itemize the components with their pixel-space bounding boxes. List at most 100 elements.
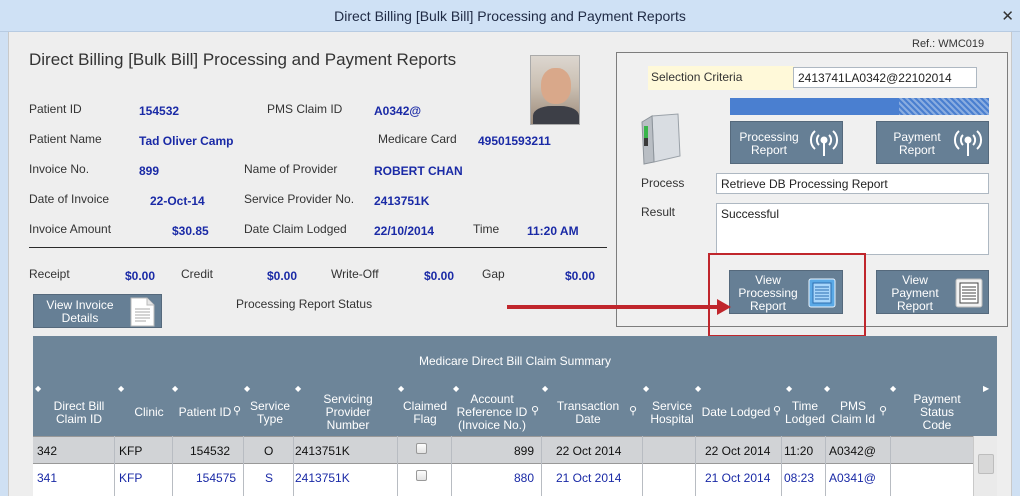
view-invoice-line2: Details xyxy=(61,311,99,325)
window-title: Direct Billing [Bulk Bill] Processing an… xyxy=(334,8,686,24)
sort-icon[interactable]: ◆ xyxy=(398,384,404,393)
write-off-value: $0.00 xyxy=(424,269,455,283)
photo-body xyxy=(533,106,579,124)
provider-name-value: ROBERT CHAN xyxy=(374,164,463,178)
col-patient-id[interactable]: Patient ID xyxy=(173,406,237,419)
column-divider xyxy=(114,436,115,496)
wireless-broadcast-icon xyxy=(953,130,983,156)
sort-icon[interactable]: ◆ xyxy=(172,384,178,393)
cell-service-type: S xyxy=(265,471,274,485)
payment-report-button[interactable]: Payment Report xyxy=(876,121,989,164)
cell-date-lodged: 22 Oct 2014 xyxy=(705,444,771,458)
sort-icon[interactable]: ◆ xyxy=(824,384,830,393)
processing-report-line2: Report xyxy=(750,143,788,157)
write-off-label: Write-Off xyxy=(331,267,379,281)
column-divider xyxy=(781,436,782,496)
search-icon[interactable]: ⚲ xyxy=(233,404,241,417)
window-titlebar: Direct Billing [Bulk Bill] Processing an… xyxy=(0,0,1020,32)
highlight-box xyxy=(708,253,866,337)
col-clinic[interactable]: Clinic xyxy=(129,406,169,419)
column-divider xyxy=(397,436,398,496)
medicare-card-label: Medicare Card xyxy=(378,132,457,146)
scroll-right-icon[interactable]: ▶ xyxy=(983,384,989,393)
col-payment-status-code[interactable]: Payment Status Code xyxy=(901,393,973,432)
cell-patient-id: 154532 xyxy=(190,444,231,458)
invoice-date-label: Date of Invoice xyxy=(29,192,110,206)
col-time-lodged[interactable]: Time Lodged xyxy=(785,400,825,426)
column-divider xyxy=(541,436,542,496)
table-row[interactable]: 342 KFP 154532 O 2413751K 899 22 Oct 201… xyxy=(33,436,973,463)
sort-icon[interactable]: ◆ xyxy=(542,384,548,393)
search-icon[interactable]: ⚲ xyxy=(879,404,887,417)
col-account-reference-id[interactable]: Account Reference ID (Invoice No.) xyxy=(451,393,533,432)
col-service-type[interactable]: Service Type xyxy=(245,400,295,426)
gap-value: $0.00 xyxy=(565,269,596,283)
pms-claim-id-value: A0342@ xyxy=(374,104,422,118)
selection-criteria-input[interactable]: 2413741LA0342@22102014 xyxy=(793,67,977,88)
cell-provider: 2413751K xyxy=(295,471,350,485)
service-provider-no-value: 2413751K xyxy=(374,194,430,208)
col-direct-bill-claim-id[interactable]: Direct Bill Claim ID xyxy=(47,400,111,426)
claimed-flag-checkbox[interactable] xyxy=(416,443,427,454)
details-divider xyxy=(29,247,607,248)
invoice-no-value: 899 xyxy=(139,164,160,178)
cell-clinic: KFP xyxy=(119,471,143,485)
process-label: Process xyxy=(641,176,685,190)
sort-icon[interactable]: ◆ xyxy=(643,384,649,393)
patient-id-label: Patient ID xyxy=(29,102,82,116)
sort-icon[interactable]: ◆ xyxy=(244,384,250,393)
cell-claim-id: 342 xyxy=(37,444,58,458)
result-label: Result xyxy=(641,205,676,219)
cell-transaction-date: 22 Oct 2014 xyxy=(556,444,622,458)
sort-icon[interactable]: ◆ xyxy=(695,384,701,393)
invoice-amount-value: $30.85 xyxy=(172,224,209,238)
annotation-arrowhead xyxy=(717,299,731,315)
invoice-date-value: 22-Oct-14 xyxy=(150,194,205,208)
cell-time-lodged: 08:23 xyxy=(784,471,815,485)
column-divider xyxy=(293,436,294,496)
cell-account-ref: 880 xyxy=(514,471,535,485)
processing-report-button[interactable]: Processing Report xyxy=(730,121,843,164)
search-icon[interactable]: ⚲ xyxy=(629,404,637,417)
col-claimed-flag[interactable]: Claimed Flag xyxy=(399,400,451,426)
view-payment-report-button[interactable]: View Payment Report xyxy=(876,270,989,314)
sort-icon[interactable]: ◆ xyxy=(453,384,459,393)
cell-patient-id: 154575 xyxy=(196,471,237,485)
column-divider xyxy=(243,436,244,496)
claimed-flag-checkbox[interactable] xyxy=(416,470,427,481)
col-servicing-provider-number[interactable]: Servicing Provider Number xyxy=(313,393,383,432)
col-transaction-date[interactable]: Transaction Date xyxy=(548,400,628,426)
card-reader-icon xyxy=(641,113,681,165)
vertical-scrollbar[interactable] xyxy=(973,436,997,496)
search-icon[interactable]: ⚲ xyxy=(531,404,539,417)
service-provider-no-label: Service Provider No. xyxy=(244,192,355,206)
view-invoice-details-button[interactable]: View Invoice Details xyxy=(33,294,162,328)
pms-claim-id-label: PMS Claim ID xyxy=(267,102,343,116)
patient-name-value: Tad Oliver Camp xyxy=(139,134,234,148)
col-date-lodged[interactable]: Date Lodged xyxy=(697,406,775,419)
photo-face xyxy=(541,68,571,104)
cell-date-lodged: 21 Oct 2014 xyxy=(705,471,771,485)
close-icon[interactable]: ✕ xyxy=(1001,7,1014,25)
column-divider xyxy=(172,436,173,496)
cell-account-ref: 899 xyxy=(514,444,535,458)
sort-icon[interactable]: ◆ xyxy=(786,384,792,393)
payment-report-line2: Report xyxy=(898,143,936,157)
cell-clinic: KFP xyxy=(119,444,143,458)
sort-icon[interactable]: ◆ xyxy=(890,384,896,393)
result-field[interactable]: Successful xyxy=(716,203,989,255)
table-row[interactable]: 341 KFP 154575 S 2413751K 880 21 Oct 201… xyxy=(33,463,973,496)
sort-icon[interactable]: ◆ xyxy=(35,384,41,393)
selection-criteria-label: Selection Criteria xyxy=(651,70,743,84)
col-pms-claim-id[interactable]: PMS Claim Id xyxy=(825,400,881,426)
cell-transaction-date: 21 Oct 2014 xyxy=(556,471,622,485)
col-service-hospital[interactable]: Service Hospital xyxy=(645,400,699,426)
grid-caption: Medicare Direct Bill Claim Summary xyxy=(418,354,612,368)
cell-pms-claim-id: A0341@ xyxy=(829,471,876,485)
sort-icon[interactable]: ◆ xyxy=(295,384,301,393)
sort-icon[interactable]: ◆ xyxy=(118,384,124,393)
scrollbar-thumb[interactable] xyxy=(978,454,994,474)
process-field[interactable]: Retrieve DB Processing Report xyxy=(716,173,989,194)
search-icon[interactable]: ⚲ xyxy=(773,404,781,417)
credit-value: $0.00 xyxy=(267,269,298,283)
